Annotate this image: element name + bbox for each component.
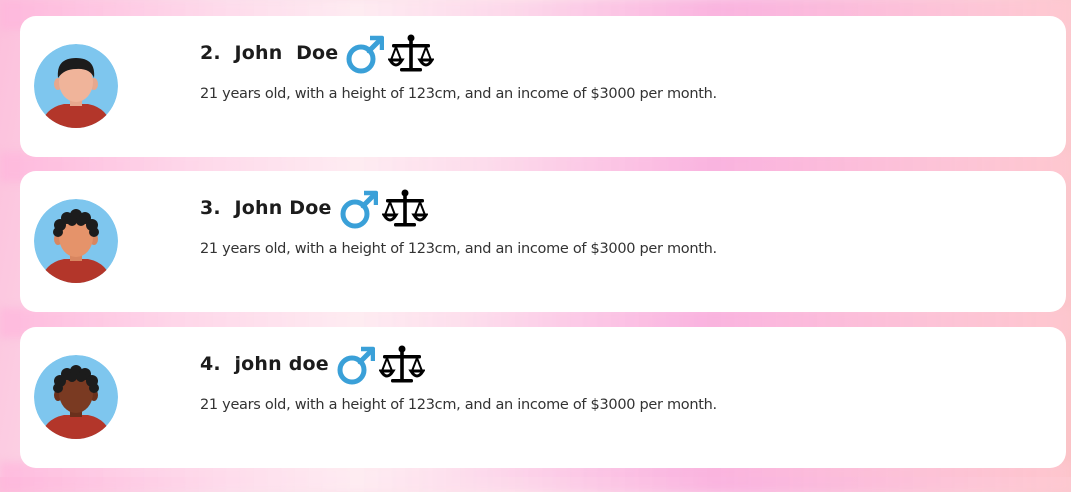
person-name: 3. John Doe bbox=[200, 197, 332, 219]
balance-scales-icon bbox=[388, 34, 435, 72]
person-card[interactable]: 4. john doe 21 years old, with a height … bbox=[20, 327, 1066, 468]
male-symbol-icon bbox=[346, 35, 385, 74]
title-row: 3. John Doe bbox=[200, 185, 428, 231]
male-symbol-icon bbox=[337, 346, 375, 385]
person-name: 4. john doe bbox=[200, 353, 329, 375]
person-card[interactable]: 3. John Doe 21 years old, with a height … bbox=[20, 171, 1066, 312]
title-row: 4. john doe bbox=[200, 341, 425, 387]
title-row: 2. John Doe bbox=[200, 30, 435, 76]
balance-scales-icon bbox=[381, 189, 428, 227]
person-card[interactable]: 2. John Doe 21 years old, with a height … bbox=[20, 16, 1066, 157]
person-description: 21 years old, with a height of 123cm, an… bbox=[200, 397, 717, 413]
person-description: 21 years old, with a height of 123cm, an… bbox=[200, 86, 717, 102]
male-symbol-icon bbox=[340, 190, 378, 229]
person-description: 21 years old, with a height of 123cm, an… bbox=[200, 241, 717, 257]
avatar bbox=[34, 44, 118, 128]
person-name: 2. John Doe bbox=[200, 42, 339, 64]
balance-scales-icon bbox=[378, 345, 425, 383]
avatar bbox=[34, 199, 118, 283]
avatar bbox=[34, 355, 118, 439]
